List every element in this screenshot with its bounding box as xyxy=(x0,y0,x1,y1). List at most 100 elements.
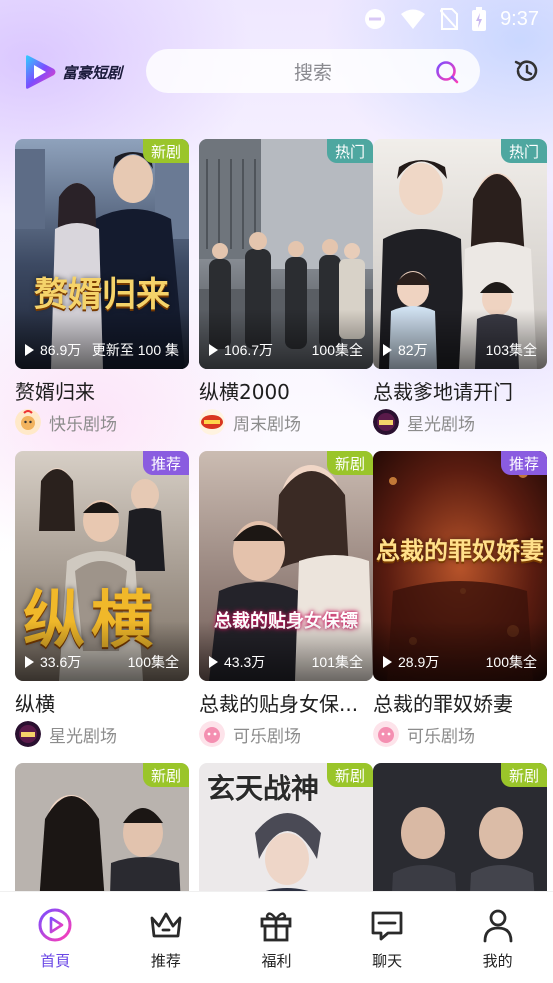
drama-title[interactable]: 赘婿归来 xyxy=(15,379,189,405)
drama-poster[interactable]: 热门 106.7万 100集全 xyxy=(199,139,373,369)
episode-count: 100集全 xyxy=(311,342,363,358)
poster-stats: 43.3万 101集全 xyxy=(209,653,363,671)
tab-label: 我的 xyxy=(482,952,513,970)
home-play-icon xyxy=(38,908,72,942)
poster-shade xyxy=(373,621,547,681)
drama-source[interactable]: 星光剧场 xyxy=(373,409,547,435)
view-count: 82万 xyxy=(383,340,428,360)
tab-label: 福利 xyxy=(261,952,292,970)
tab-benefits[interactable]: 福利 xyxy=(221,892,332,983)
source-name: 星光剧场 xyxy=(407,414,475,435)
source-name: 星光剧场 xyxy=(49,726,117,747)
drama-poster[interactable]: 纵横 推荐 33.6万 100集全 xyxy=(15,451,189,681)
poster-stats: 82万 103集全 xyxy=(383,341,537,359)
hot-badge: 热门 xyxy=(326,139,373,163)
view-count: 86.9万 xyxy=(25,340,81,360)
new-badge: 新剧 xyxy=(142,763,189,787)
drama-card[interactable]: 赘婿归来 新剧 86.9万 更新至 100 集 赘婿归来 快乐剧场 xyxy=(15,139,189,435)
gift-icon xyxy=(261,912,292,942)
poster-stats: 28.9万 100集全 xyxy=(383,653,537,671)
poster-shade xyxy=(15,309,189,369)
drama-source[interactable]: 可乐剧场 xyxy=(199,721,373,747)
tab-chat[interactable]: 聊天 xyxy=(332,892,443,983)
tab-recommend[interactable]: 推荐 xyxy=(111,892,222,983)
drama-title[interactable]: 总裁的罪奴娇妻 xyxy=(373,691,547,717)
person-icon xyxy=(483,909,513,943)
recommended-badge: 推荐 xyxy=(500,451,547,475)
play-icon xyxy=(25,656,34,668)
poster-shade xyxy=(15,621,189,681)
app-logo[interactable]: 富豪短剧 xyxy=(22,52,122,92)
episode-count: 100集全 xyxy=(127,654,179,670)
drama-grid: 赘婿归来 新剧 86.9万 更新至 100 集 赘婿归来 快乐剧场 热门 106… xyxy=(0,0,553,983)
drama-title[interactable]: 总裁的贴身女保... xyxy=(199,691,373,717)
drama-card[interactable]: 热门 82万 103集全 总裁爹地请开门 星光剧场 xyxy=(373,139,547,435)
view-count: 28.9万 xyxy=(383,652,439,672)
drama-poster[interactable]: 总裁的贴身女保镖 新剧 43.3万 101集全 xyxy=(199,451,373,681)
poster-shade xyxy=(199,621,373,681)
tab-label: 首頁 xyxy=(40,952,71,970)
tab-label: 推荐 xyxy=(150,952,181,970)
view-count-text: 82万 xyxy=(398,342,428,358)
new-badge: 新剧 xyxy=(326,763,373,787)
drama-poster[interactable]: 总裁的罪奴娇妻 推荐 28.9万 100集全 xyxy=(373,451,547,681)
drama-title[interactable]: 总裁爹地请开门 xyxy=(373,379,547,405)
drama-card[interactable]: 总裁的罪奴娇妻 推荐 28.9万 100集全 总裁的罪奴娇妻 可乐剧场 xyxy=(373,451,547,747)
drama-title[interactable]: 纵横 xyxy=(15,691,189,717)
view-count: 43.3万 xyxy=(209,652,265,672)
drama-card[interactable]: 总裁的贴身女保镖 新剧 43.3万 101集全 总裁的贴身女保... 可乐剧场 xyxy=(199,451,373,747)
tab-profile[interactable]: 我的 xyxy=(442,892,553,983)
view-count: 106.7万 xyxy=(209,340,273,360)
app-header: 富豪短剧 搜索 xyxy=(0,44,553,100)
bottom-tab-bar: 首頁 推荐 福利 聊天 我的 xyxy=(0,891,553,983)
source-name: 周末剧场 xyxy=(233,414,301,435)
episode-count: 101集全 xyxy=(311,654,363,670)
source-name: 可乐剧场 xyxy=(407,726,475,747)
source-name: 快乐剧场 xyxy=(49,414,117,435)
play-icon xyxy=(383,344,392,356)
battery-charging-icon xyxy=(472,7,487,31)
drama-source[interactable]: 周末剧场 xyxy=(199,409,373,435)
status-time: 9:37 xyxy=(500,7,539,30)
view-count-text: 33.6万 xyxy=(40,654,82,670)
new-badge: 新剧 xyxy=(500,763,547,787)
drama-source[interactable]: 星光剧场 xyxy=(15,721,189,747)
drama-card[interactable]: 纵横 推荐 33.6万 100集全 纵横 星光剧场 xyxy=(15,451,189,747)
tab-label: 聊天 xyxy=(372,952,403,970)
logo-text: 富豪短剧 xyxy=(62,63,123,82)
drama-title[interactable]: 纵横2000 xyxy=(199,379,373,405)
poster-shade xyxy=(373,309,547,369)
source-avatar xyxy=(373,409,399,435)
poster-shade xyxy=(199,309,373,369)
wifi-icon xyxy=(400,8,426,30)
source-avatar xyxy=(373,721,399,747)
source-avatar xyxy=(199,721,225,747)
source-avatar xyxy=(199,409,225,435)
drama-poster[interactable]: 赘婿归来 新剧 86.9万 更新至 100 集 xyxy=(15,139,189,369)
episode-count: 103集全 xyxy=(485,342,537,358)
view-count-text: 86.9万 xyxy=(40,342,82,358)
drama-source[interactable]: 可乐剧场 xyxy=(373,721,547,747)
play-icon xyxy=(209,656,218,668)
play-icon xyxy=(209,344,218,356)
search-placeholder: 搜索 xyxy=(293,61,332,84)
new-badge: 新剧 xyxy=(142,139,189,163)
history-icon[interactable] xyxy=(513,57,541,85)
do-not-disturb-icon xyxy=(364,8,386,30)
hot-badge: 热门 xyxy=(500,139,547,163)
view-count: 33.6万 xyxy=(25,652,81,672)
source-avatar xyxy=(15,721,41,747)
new-badge: 新剧 xyxy=(326,451,373,475)
search-input[interactable]: 搜索 xyxy=(146,49,480,93)
view-count-text: 106.7万 xyxy=(224,342,274,358)
drama-source[interactable]: 快乐剧场 xyxy=(15,409,189,435)
logo-play-icon xyxy=(26,55,56,89)
drama-card[interactable]: 热门 106.7万 100集全 纵横2000 周末剧场 xyxy=(199,139,373,435)
tab-home[interactable]: 首頁 xyxy=(0,892,111,983)
play-icon xyxy=(383,656,392,668)
search-icon[interactable] xyxy=(434,59,460,85)
drama-poster[interactable]: 热门 82万 103集全 xyxy=(373,139,547,369)
poster-stats: 106.7万 100集全 xyxy=(209,341,363,359)
episode-count: 100集全 xyxy=(485,654,537,670)
recommended-badge: 推荐 xyxy=(142,451,189,475)
